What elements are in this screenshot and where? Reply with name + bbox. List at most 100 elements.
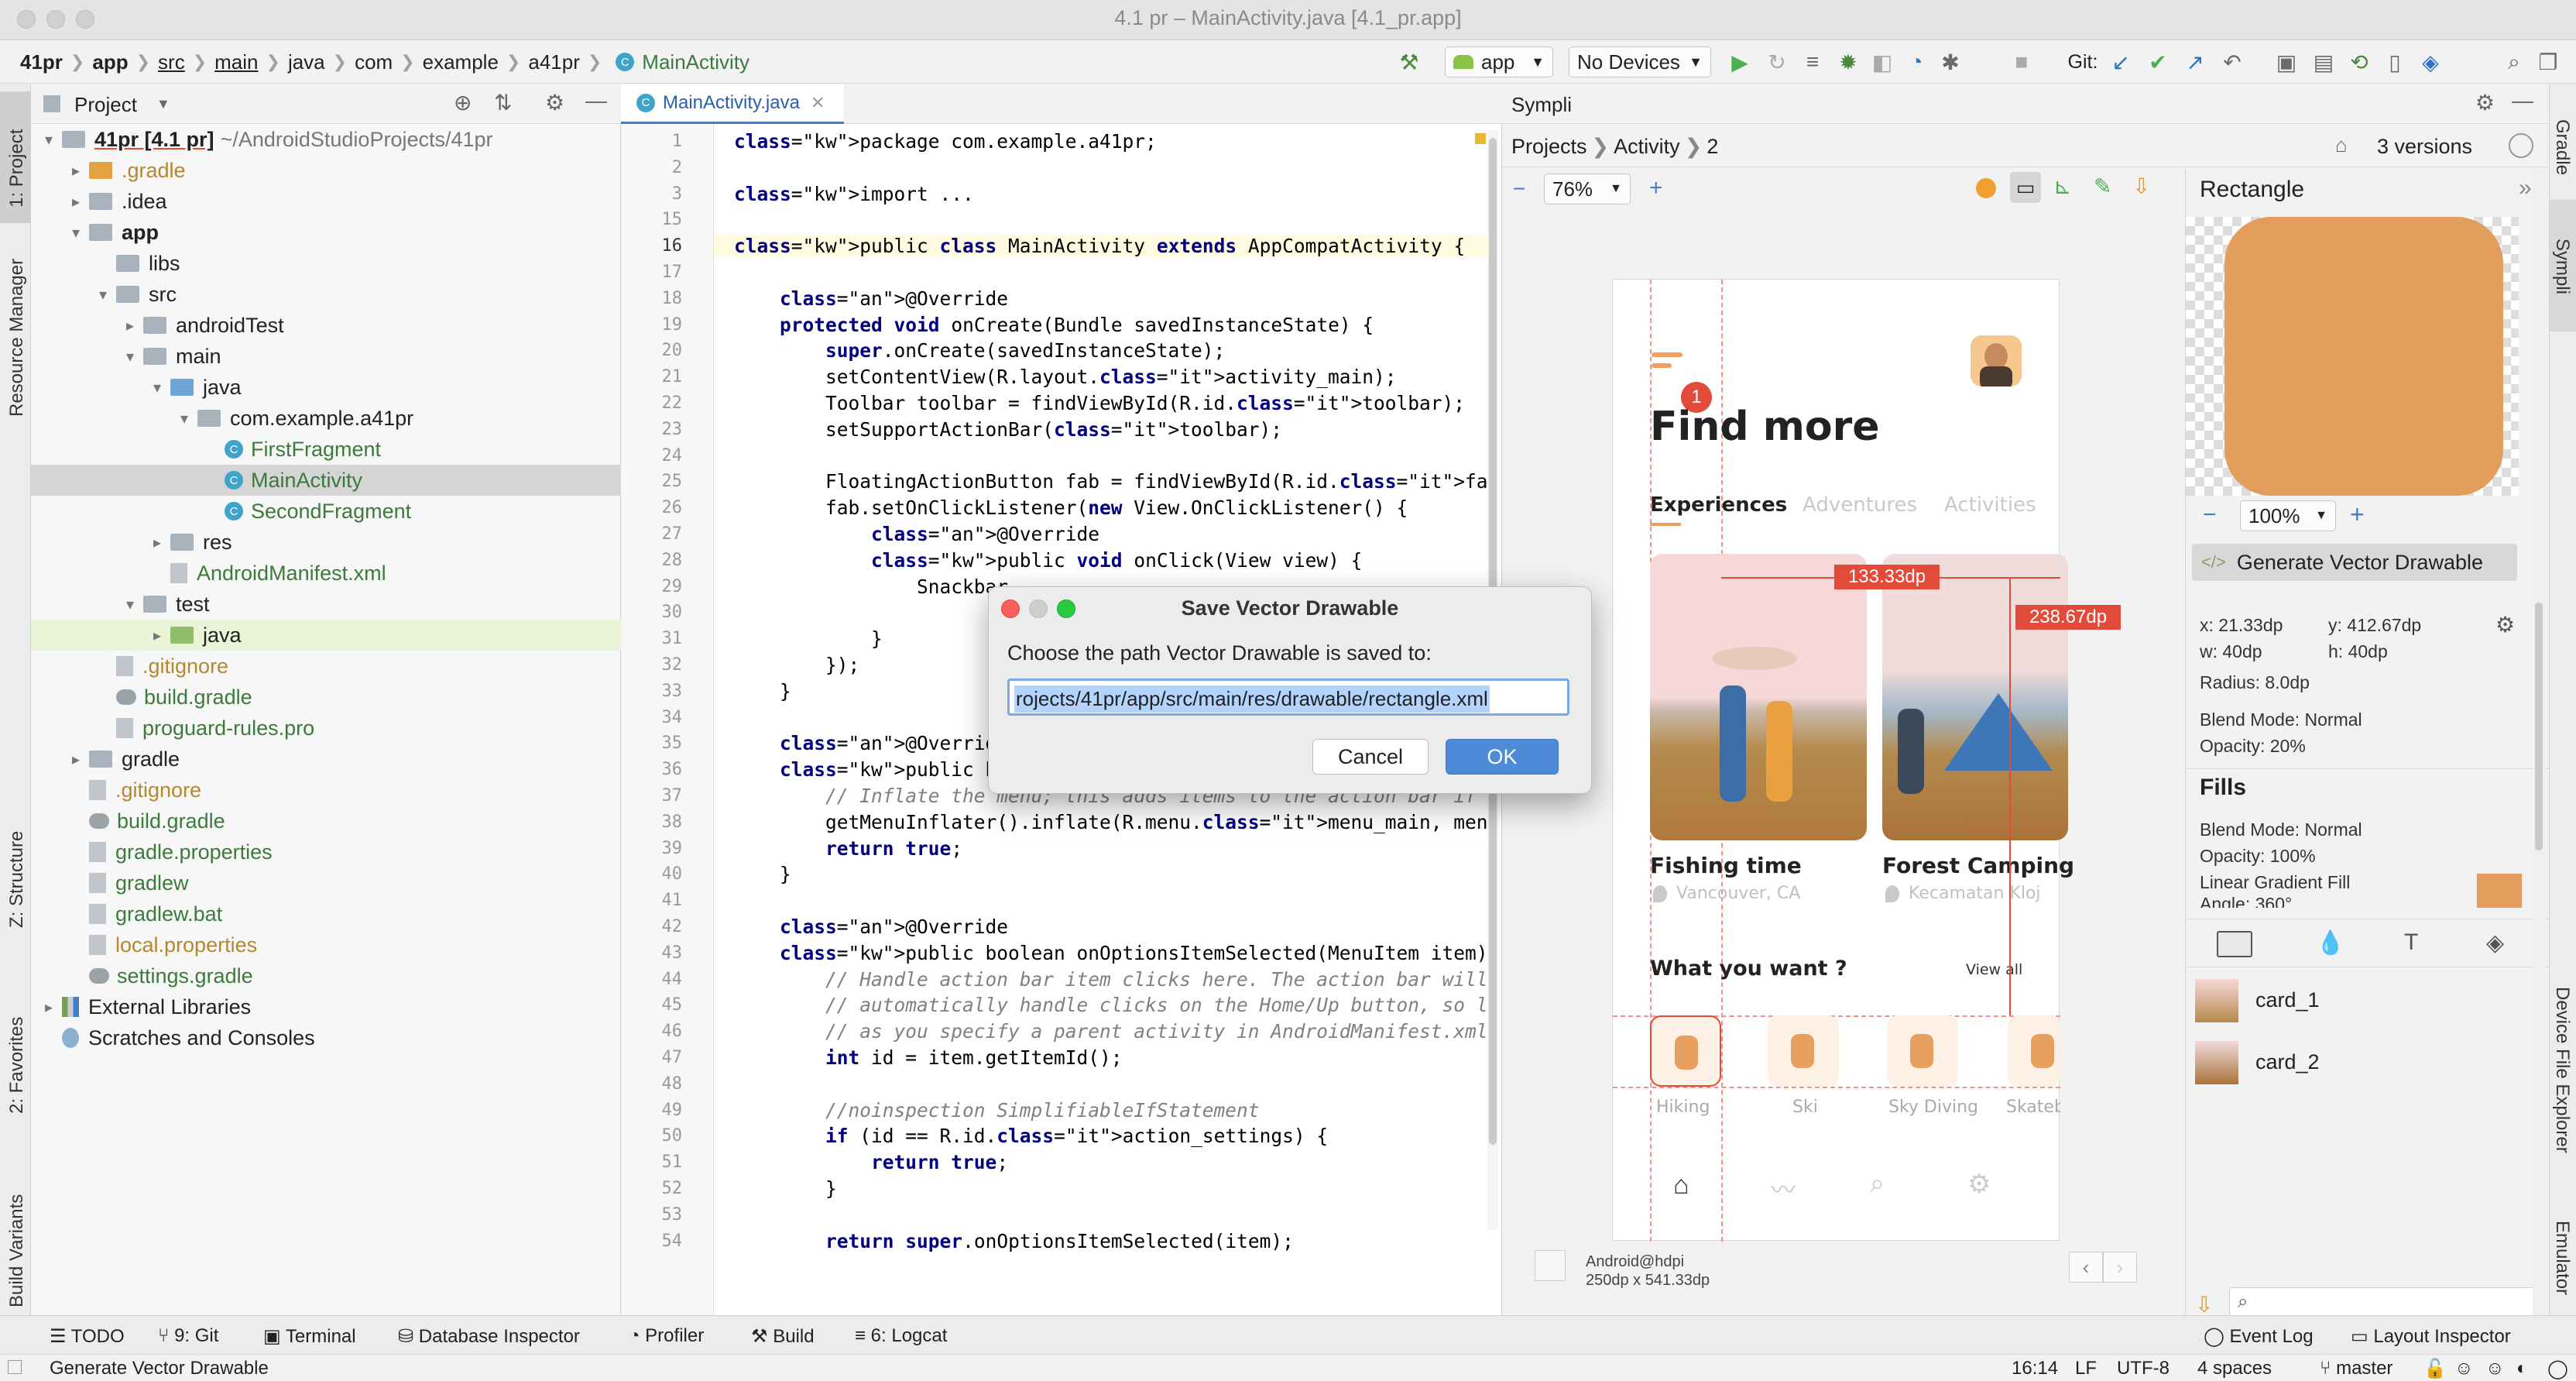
cursor-position[interactable]: 16:14 <box>2012 1358 2058 1379</box>
tree-item[interactable]: gradle.properties <box>31 837 621 867</box>
chevron-right-icon[interactable]: ▸ <box>123 316 137 335</box>
prev-screen-button[interactable]: ‹ <box>2069 1252 2103 1283</box>
terminal-tab[interactable]: ▣ Terminal <box>263 1325 356 1348</box>
category-hiking-icon[interactable] <box>1650 1015 1721 1087</box>
tree-item[interactable]: C FirstFragment <box>31 434 621 465</box>
run-config-dropdown[interactable]: app ▼ <box>1445 46 1553 77</box>
code-line[interactable]: } <box>734 627 883 650</box>
sympli-crumb-2[interactable]: 2 <box>1706 135 1718 158</box>
breadcrumb-item-41pr[interactable]: 41pr <box>20 50 63 74</box>
code-line[interactable]: Toolbar toolbar = findViewById(R.id.clas… <box>734 392 1465 414</box>
close-icon[interactable]: ✕ <box>811 93 825 113</box>
plugin-icon[interactable]: ◈ <box>2417 46 2444 77</box>
sympli-crumb-projects[interactable]: Projects <box>1511 135 1587 158</box>
preview-zoom-dropdown[interactable]: 100% ▼ <box>2240 500 2336 531</box>
git-branch[interactable]: ⑂ master <box>2320 1358 2392 1379</box>
chevron-down-icon[interactable]: ▾ <box>42 130 56 149</box>
phone-tab-adventures[interactable]: Adventures <box>1803 493 1917 517</box>
cancel-button[interactable]: Cancel <box>1312 739 1429 775</box>
eyedropper-icon[interactable]: ✎ <box>2094 173 2111 199</box>
hammer-icon[interactable]: ⚒ <box>1394 46 1425 77</box>
project-view-dropdown[interactable]: Project <box>74 93 137 117</box>
device-file-explorer-tab[interactable]: Device File Explorer <box>2551 987 2573 1153</box>
layer-card-2[interactable]: card_2 <box>2255 1050 2320 1074</box>
chevron-right-icon[interactable]: ▸ <box>69 192 83 211</box>
lock-icon[interactable]: 🔓 <box>2423 1358 2447 1380</box>
code-line[interactable]: fab.setOnClickListener(new View.OnClickL… <box>734 496 1408 519</box>
tree-item[interactable]: build.gradle <box>31 682 621 713</box>
text-tab-icon[interactable]: T <box>2404 929 2418 956</box>
code-line[interactable]: int id = item.getItemId(); <box>734 1046 1123 1069</box>
image-tab-icon[interactable] <box>2217 931 2252 957</box>
code-line[interactable]: //noinspection SimplifiableIfStatement <box>734 1099 1260 1122</box>
code-line[interactable]: Snackbar <box>734 575 1008 598</box>
layer-search-input[interactable]: ⌕ <box>2229 1287 2539 1318</box>
chevron-down-icon[interactable]: ▾ <box>123 347 137 366</box>
tree-item[interactable]: ▸ androidTest <box>31 310 621 341</box>
tree-item[interactable]: ▾ test <box>31 589 621 620</box>
line-separator[interactable]: LF <box>2075 1358 2097 1379</box>
stop-icon[interactable]: ■ <box>2008 46 2035 77</box>
code-line[interactable]: class="kw">public boolean onOptionsItemS… <box>734 942 1488 964</box>
sync-gradle-icon[interactable]: ⟲ <box>2346 46 2372 77</box>
tree-item[interactable]: ▸ .idea <box>31 186 621 217</box>
code-line[interactable]: class="an">@Override <box>734 523 1099 545</box>
code-line[interactable]: } <box>734 1177 837 1200</box>
tree-item[interactable]: ▸ java <box>31 620 621 651</box>
layer-card-1[interactable]: card_1 <box>2255 988 2320 1012</box>
gear-icon[interactable]: ⚙ <box>2495 612 2515 637</box>
code-line[interactable]: return true; <box>734 837 962 860</box>
code-line[interactable]: class="kw">import ... <box>734 183 974 205</box>
zoom-out-button[interactable]: − <box>2203 502 2217 528</box>
profile-icon[interactable]: ◔ <box>1903 46 1929 77</box>
breadcrumb-item-a41pr[interactable]: a41pr <box>528 50 580 74</box>
chevron-down-icon[interactable]: ▾ <box>96 285 110 304</box>
comment-icon[interactable]: ▭ <box>2010 172 2041 203</box>
tree-item[interactable]: .gitignore <box>31 775 621 806</box>
tree-item[interactable]: gradlew.bat <box>31 898 621 929</box>
coverage-icon[interactable]: ◧ <box>1869 46 1895 77</box>
tree-item[interactable]: ▾ src <box>31 279 621 310</box>
activity-icon[interactable]: 〰 <box>1771 1170 1796 1206</box>
tree-item[interactable]: gradlew <box>31 867 621 898</box>
home-icon[interactable]: ⌂ <box>1673 1170 1689 1201</box>
favorites-tab[interactable]: 2: Favorites <box>6 1017 28 1114</box>
export-icon[interactable]: ⇩ <box>2195 1292 2213 1317</box>
chevron-down-icon[interactable]: ▾ <box>177 409 191 428</box>
sympli-tab[interactable]: Sympli <box>2551 239 2573 294</box>
fill-color-swatch[interactable] <box>2477 874 2522 908</box>
card-fishing-image[interactable] <box>1650 554 1867 840</box>
path-input[interactable]: rojects/41pr/app/src/main/res/drawable/r… <box>1007 678 1569 716</box>
zoom-in-button[interactable]: + <box>1649 175 1663 201</box>
code-line[interactable]: setContentView(R.layout.class="it">activ… <box>734 366 1397 388</box>
breadcrumb-item-main[interactable]: main <box>214 50 258 74</box>
git-update-icon[interactable]: ↙ <box>2108 46 2134 77</box>
layout-inspector-tab[interactable]: ▭ Layout Inspector <box>2351 1325 2511 1348</box>
category-skateboard-icon[interactable] <box>2008 1015 2060 1087</box>
todo-tab[interactable]: ☰ TODO <box>50 1325 125 1348</box>
notifications-icon[interactable]: ◯ <box>2547 1358 2568 1380</box>
category-ski-icon[interactable] <box>1768 1015 1839 1087</box>
chevron-right-icon[interactable]: ▸ <box>69 750 83 769</box>
sympli-crumb-activity[interactable]: Activity <box>1614 135 1680 158</box>
breadcrumb-item-app[interactable]: app <box>92 50 128 74</box>
project-structure-icon[interactable]: ▣ <box>2273 46 2300 77</box>
code-line[interactable]: // automatically handle clicks on the Ho… <box>734 994 1488 1016</box>
attach-debugger-icon[interactable]: ✱ <box>1937 46 1964 77</box>
hide-panel-icon[interactable]: — <box>2512 88 2533 113</box>
rerun-icon[interactable]: ↻ <box>1764 46 1790 77</box>
breadcrumb-item-example[interactable]: example <box>423 50 499 74</box>
debug-icon[interactable]: ✹ <box>1835 46 1861 77</box>
tree-item[interactable]: .gitignore <box>31 651 621 682</box>
code-line[interactable]: // as you specify a parent activity in A… <box>734 1020 1488 1043</box>
zoom-in-button[interactable]: + <box>2350 500 2365 529</box>
code-line[interactable]: protected void onCreate(Bundle savedInst… <box>734 314 1374 336</box>
chevron-right-icon[interactable]: ▸ <box>150 533 164 552</box>
expand-icon[interactable]: » <box>2519 175 2532 201</box>
locate-icon[interactable]: ⊕ <box>454 90 472 115</box>
tree-item[interactable]: ▾ app <box>31 217 621 248</box>
ruler-icon[interactable]: ⊾ <box>2053 173 2071 199</box>
breadcrumb-item-src[interactable]: src <box>158 50 185 74</box>
versions-label[interactable]: 3 versions <box>2377 135 2472 159</box>
tree-item[interactable]: proguard-rules.pro <box>31 713 621 744</box>
